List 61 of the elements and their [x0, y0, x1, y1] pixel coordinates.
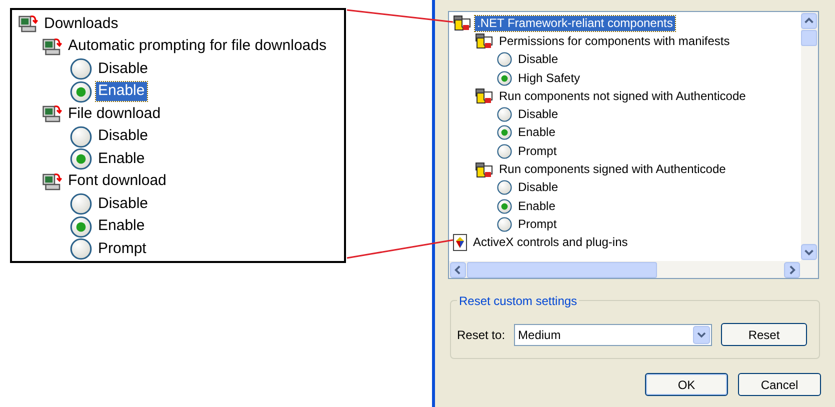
setting-label[interactable]: Run components signed with Authenticode: [497, 162, 728, 178]
radio-button[interactable]: [70, 193, 92, 216]
scroll-down-icon[interactable]: [801, 244, 817, 260]
radio-button[interactable]: [70, 58, 92, 80]
option-label[interactable]: Disable: [96, 194, 150, 214]
radio-button[interactable]: [497, 180, 512, 196]
radio-button[interactable]: [497, 144, 512, 159]
vertical-scrollbar[interactable]: [801, 12, 818, 261]
category-label[interactable]: ActiveX controls and plug-ins: [471, 235, 630, 250]
option-label[interactable]: High Safety: [516, 70, 582, 86]
option-label[interactable]: Enable: [516, 125, 558, 140]
category-label[interactable]: .NET Framework-reliant components: [475, 16, 675, 31]
radio-button[interactable]: [497, 70, 512, 86]
option-label[interactable]: Disable: [516, 180, 560, 196]
reset-button[interactable]: Reset: [721, 323, 808, 346]
radio-button[interactable]: [70, 238, 92, 260]
download-computer-icon: [42, 172, 62, 192]
option-label[interactable]: Enable: [516, 198, 558, 214]
download-computer-icon: [18, 14, 38, 34]
component-icon: [475, 33, 493, 50]
radio-button[interactable]: [497, 198, 512, 214]
option-label[interactable]: Prompt: [516, 216, 559, 232]
option-label[interactable]: Enable: [96, 82, 147, 102]
scroll-up-icon[interactable]: [801, 13, 817, 29]
option-label[interactable]: Prompt: [96, 240, 148, 259]
radio-button[interactable]: [497, 52, 512, 68]
reset-to-label: Reset to:: [457, 326, 506, 344]
radio-button[interactable]: [70, 148, 92, 170]
download-computer-icon: [42, 104, 62, 124]
component-icon: [475, 88, 493, 104]
scroll-thumb[interactable]: [801, 30, 817, 46]
radio-button[interactable]: [497, 107, 512, 122]
option-label[interactable]: Prompt: [516, 144, 559, 159]
radio-button[interactable]: [497, 125, 512, 140]
radio-button[interactable]: [70, 80, 92, 103]
setting-label[interactable]: Font download: [66, 172, 168, 192]
radio-button[interactable]: [497, 216, 512, 232]
option-label[interactable]: Disable: [516, 52, 560, 68]
plugin-document-icon: [453, 234, 467, 252]
setting-label[interactable]: Run components not signed with Authenticode: [497, 88, 748, 104]
radio-button[interactable]: [70, 216, 92, 238]
scroll-thumb[interactable]: [467, 262, 657, 278]
category-label[interactable]: Downloads: [42, 14, 120, 34]
option-label[interactable]: Enable: [96, 150, 147, 169]
dialog-button[interactable]: OK: [645, 373, 728, 396]
component-icon: [453, 15, 471, 32]
radio-button[interactable]: [70, 126, 92, 148]
setting-label[interactable]: File download: [66, 104, 163, 124]
setting-label[interactable]: Automatic prompting for file downloads: [66, 37, 328, 56]
option-label[interactable]: Enable: [96, 217, 147, 236]
scroll-left-icon[interactable]: [450, 262, 466, 278]
setting-label[interactable]: Permissions for components with manifests: [497, 34, 732, 49]
horizontal-scrollbar[interactable]: [449, 261, 818, 278]
level-dropdown[interactable]: Medium: [514, 324, 712, 346]
download-computer-icon: [42, 36, 62, 57]
dialog-button[interactable]: Cancel: [738, 373, 821, 396]
option-label[interactable]: Disable: [516, 107, 560, 122]
scroll-right-icon[interactable]: [784, 262, 800, 278]
option-label[interactable]: Disable: [96, 60, 150, 79]
component-icon: [475, 162, 493, 178]
option-label[interactable]: Disable: [96, 127, 150, 146]
